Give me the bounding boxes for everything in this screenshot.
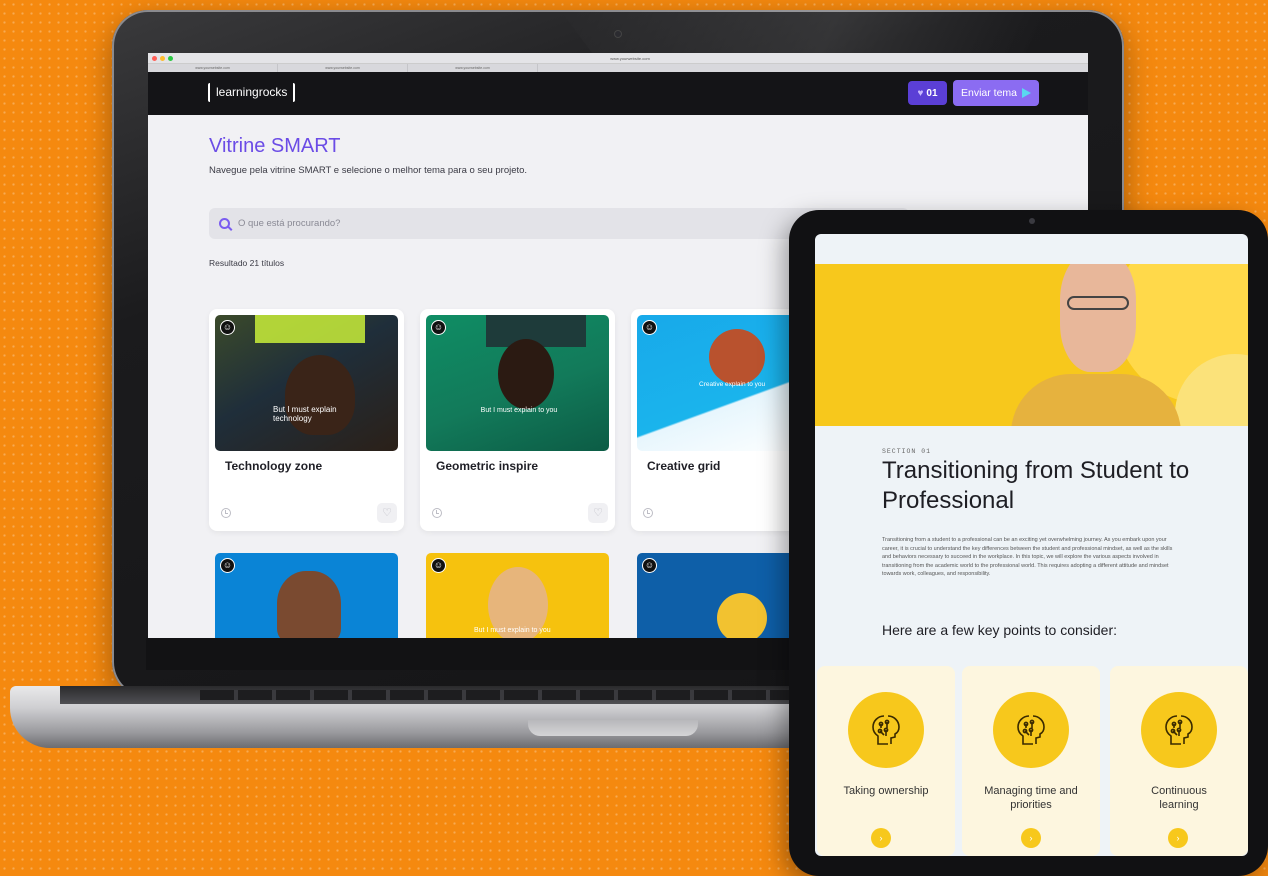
sticky-notes-image xyxy=(255,315,365,343)
favorite-button[interactable]: ♡ xyxy=(377,503,397,523)
accessibility-icon: ☺ xyxy=(642,320,657,335)
portrait-image xyxy=(717,593,767,638)
glasses-image xyxy=(1067,296,1129,310)
theme-card[interactable]: But I must explain technology ☺ Technolo… xyxy=(209,309,404,531)
heart-icon: ♡ xyxy=(382,507,392,519)
browser-tab[interactable]: www.yourwebsite.com xyxy=(278,64,408,72)
heart-icon: ♥ xyxy=(917,87,924,99)
portrait-image xyxy=(709,329,765,385)
lesson-title: Transitioning from Student to Profession… xyxy=(882,457,1190,514)
point-card[interactable]: Continuous learning › xyxy=(1110,666,1248,856)
next-arrow-button[interactable]: › xyxy=(1021,828,1041,848)
thumbnail-caption: Creative explain to you xyxy=(699,381,766,388)
page-subtitle: Navegue pela vitrine SMART e selecione o… xyxy=(209,165,528,176)
accessibility-icon: ☺ xyxy=(642,558,657,573)
point-label: Managing time and priorities xyxy=(984,785,1078,811)
portrait-image xyxy=(277,571,341,638)
search-placeholder: O que está procurando? xyxy=(238,218,341,229)
browser-tabs: www.yourwebsite.com www.yourwebsite.com … xyxy=(148,64,1088,72)
accessibility-icon: ☺ xyxy=(220,320,235,335)
card-title: Creative grid xyxy=(647,459,721,473)
thumbnail-caption: But I must explain technology xyxy=(273,405,337,423)
close-window-button[interactable] xyxy=(152,55,157,61)
points-heading: Here are a few key points to consider: xyxy=(882,622,1118,638)
card-title: Geometric inspire xyxy=(436,459,539,473)
point-label: Continuous learning xyxy=(1151,785,1207,811)
site-logo[interactable]: learningrocks xyxy=(208,83,296,102)
send-theme-button[interactable]: Enviar tema xyxy=(953,80,1039,106)
theme-thumbnail: But I must explain to you ☺ xyxy=(426,315,609,451)
brain-icon xyxy=(993,692,1069,768)
clock-icon xyxy=(643,508,653,518)
browser-tab[interactable]: www.yourwebsite.com xyxy=(408,64,538,72)
brain-icon xyxy=(1141,692,1217,768)
favorites-button[interactable]: ♥ 01 xyxy=(908,81,947,105)
lesson-body: Transitioning from a student to a profes… xyxy=(882,537,1173,578)
maximize-window-button[interactable] xyxy=(168,55,173,61)
tablet-camera xyxy=(1029,218,1035,224)
site-header: learningrocks ♥ 01 Enviar tema xyxy=(148,72,1088,115)
page-title: Vitrine SMART xyxy=(209,135,341,157)
next-arrow-button[interactable]: › xyxy=(1168,828,1188,848)
browser-toolbar: www.yourwebsite.com xyxy=(148,53,1088,64)
laptop-notch xyxy=(528,720,698,736)
tablet-screen: SECTION 01 Transitioning from Student to… xyxy=(815,234,1248,856)
favorite-button[interactable]: ♡ xyxy=(588,503,608,523)
person-portrait-image xyxy=(1060,264,1136,372)
thumbnail-caption: But I must explain to you xyxy=(474,627,551,634)
result-count: Resultado 21 títulos xyxy=(209,258,285,268)
accessibility-icon: ☺ xyxy=(220,558,235,573)
theme-thumbnail: But I must explain technology ☺ xyxy=(215,315,398,451)
section-tag: SECTION 01 xyxy=(882,448,932,455)
tablet-device: SECTION 01 Transitioning from Student to… xyxy=(789,210,1268,876)
browser-tab[interactable]: www.yourwebsite.com xyxy=(148,64,278,72)
point-card[interactable]: Taking ownership › xyxy=(817,666,955,856)
brain-icon xyxy=(848,692,924,768)
thumbnail-caption: But I must explain to you xyxy=(480,407,558,414)
accessibility-icon: ☺ xyxy=(431,558,446,573)
send-theme-label: Enviar tema xyxy=(960,87,1018,99)
send-arrow-icon xyxy=(1022,88,1032,98)
theme-card[interactable]: But I must explain to you ☺ xyxy=(426,553,609,638)
hero-banner xyxy=(815,264,1248,426)
card-title: Technology zone xyxy=(225,459,323,473)
theme-card[interactable]: ☺ xyxy=(215,553,398,638)
portrait-image xyxy=(285,355,355,435)
point-card[interactable]: Managing time and priorities › xyxy=(962,666,1100,856)
favorites-count: 01 xyxy=(926,87,938,99)
clock-icon xyxy=(221,508,231,518)
search-icon xyxy=(219,218,230,229)
minimize-window-button[interactable] xyxy=(160,55,165,61)
portrait-image xyxy=(498,339,554,409)
heart-icon: ♡ xyxy=(593,507,603,519)
accessibility-icon: ☺ xyxy=(431,320,446,335)
point-label: Taking ownership xyxy=(843,785,929,797)
next-arrow-button[interactable]: › xyxy=(871,828,891,848)
theme-card[interactable]: But I must explain to you ☺ Geometric in… xyxy=(420,309,615,531)
address-bar[interactable]: www.yourwebsite.com xyxy=(176,56,1084,61)
laptop-camera xyxy=(614,30,622,38)
clock-icon xyxy=(432,508,442,518)
